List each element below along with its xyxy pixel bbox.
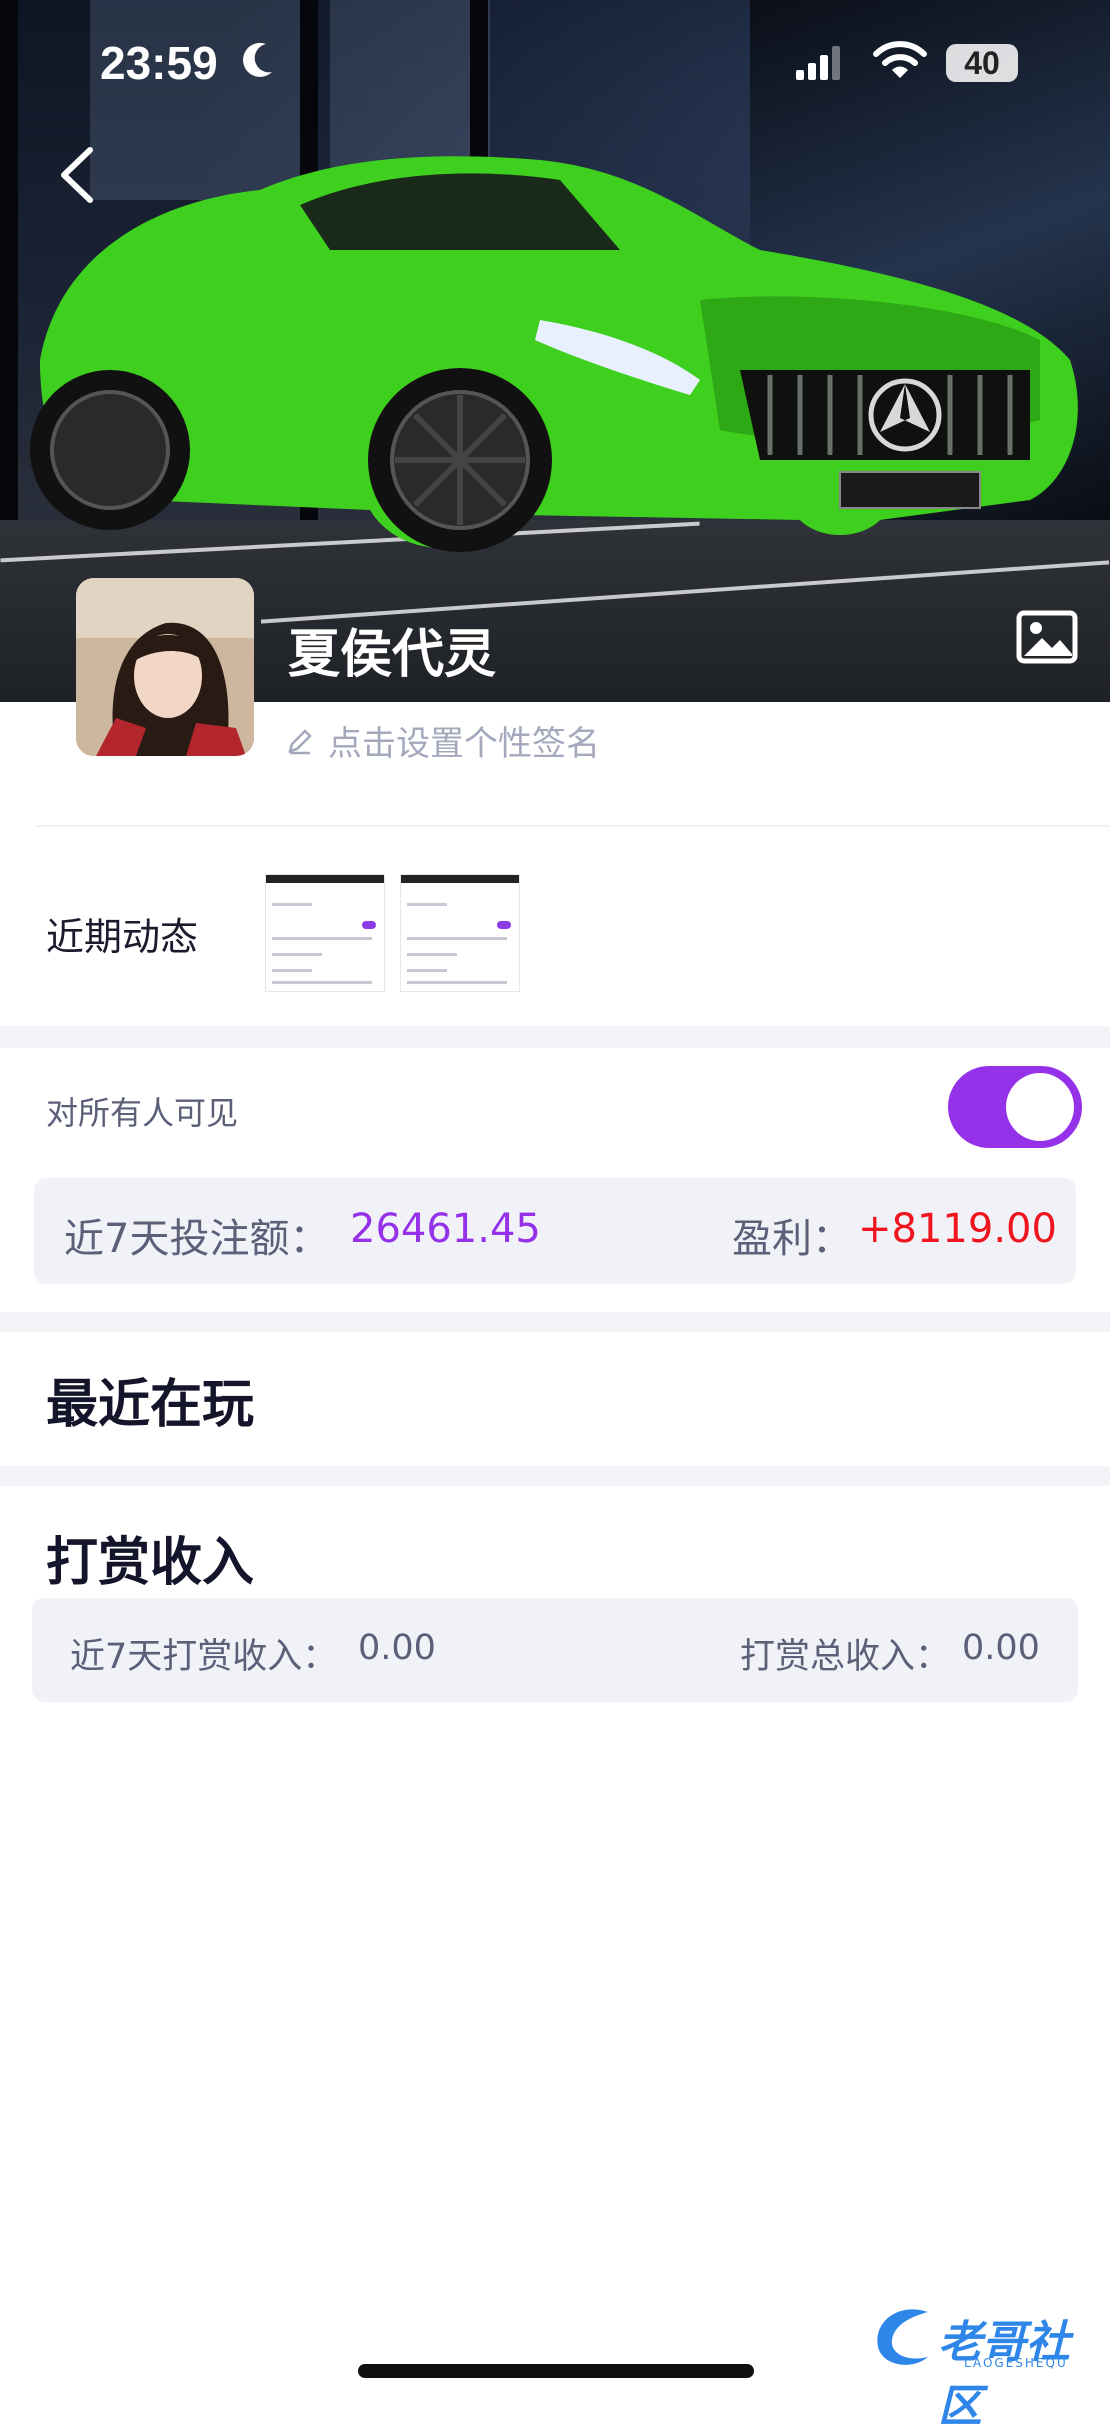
visibility-toggle[interactable] — [948, 1066, 1082, 1148]
toggle-knob — [1006, 1073, 1074, 1141]
section-separator — [0, 1466, 1110, 1486]
divider — [36, 825, 1110, 827]
moon-icon — [243, 42, 272, 77]
signal-icon — [796, 46, 840, 80]
recently-playing-title: 最近在玩 — [46, 1375, 255, 1435]
home-indicator[interactable] — [358, 2364, 754, 2378]
recent-moments-label: 近期动态 — [46, 915, 199, 959]
recent-moment-thumbnail[interactable] — [400, 874, 520, 992]
profit-label: 盈利： — [732, 1216, 852, 1262]
week-reward-label: 近7天打赏收入： — [70, 1637, 338, 1677]
image-icon[interactable] — [1016, 610, 1078, 664]
recent-moment-thumbnail[interactable] — [265, 874, 385, 992]
avatar-photo — [76, 578, 254, 756]
battery-indicator: 40 — [946, 44, 1018, 82]
week-reward-value: 0.00 — [358, 1628, 436, 1668]
pencil-icon — [286, 724, 314, 764]
reward-income-box: 近7天打赏收入： 0.00 打赏总收入： 0.00 — [32, 1598, 1078, 1702]
status-time: 23:59 — [100, 37, 218, 89]
section-separator — [0, 1026, 1110, 1048]
bet-amount-label: 近7天投注额： — [64, 1216, 330, 1262]
signature-placeholder: 点击设置个性签名 — [328, 724, 600, 764]
wifi-icon — [873, 41, 927, 78]
back-arrow-icon[interactable] — [52, 140, 102, 210]
dragon-logo-icon — [877, 2309, 928, 2365]
watermark-subtext: LAOGESHEQU — [964, 2356, 1068, 2370]
total-reward-value: 0.00 — [962, 1628, 1040, 1668]
avatar[interactable] — [76, 578, 254, 756]
betting-stats-box: 近7天投注额： 26461.45 盈利： +8119.00 — [34, 1178, 1076, 1284]
bet-amount-value: 26461.45 — [350, 1206, 541, 1252]
watermark-text: 老哥社区 — [938, 2317, 1070, 2432]
total-reward-label: 打赏总收入： — [740, 1637, 951, 1677]
visibility-label: 对所有人可见 — [46, 1094, 239, 1132]
reward-income-title: 打赏收入 — [46, 1533, 255, 1593]
signature-field[interactable]: 点击设置个性签名 — [286, 716, 600, 765]
profit-value: +8119.00 — [858, 1206, 1057, 1252]
section-separator — [0, 1312, 1110, 1332]
watermark-logo: 老哥社区 LAOGESHEQU — [868, 2302, 1100, 2432]
profile-name: 夏侯代灵 — [288, 625, 497, 685]
